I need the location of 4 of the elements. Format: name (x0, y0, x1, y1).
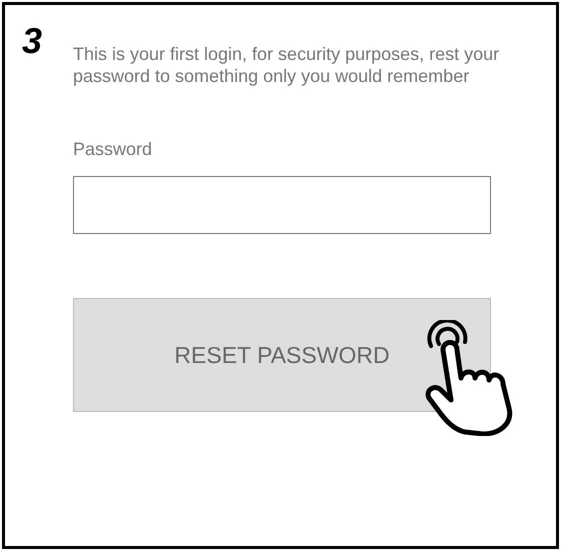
step-number: 3 (22, 23, 44, 59)
password-field[interactable] (73, 176, 491, 234)
instruction-text: This is your first login, for security purposes, rest your password to something only you would remember (73, 43, 500, 87)
field-label: Password (73, 139, 154, 160)
